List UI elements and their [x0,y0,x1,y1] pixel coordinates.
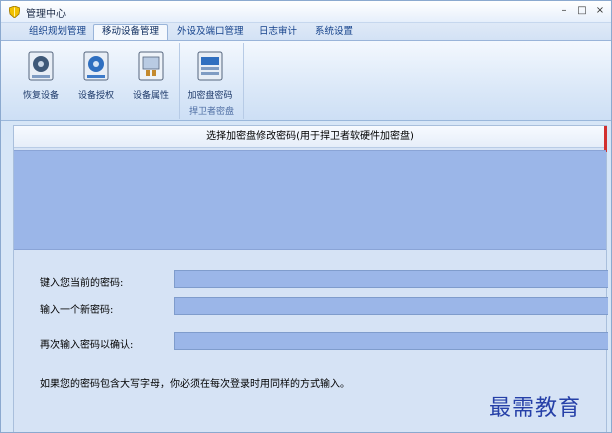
device-properties-icon [138,51,164,81]
current-password-label: 键入您当前的密码: [40,278,124,289]
encrypted-disk-password-button[interactable]: 加密盘密码 [184,45,236,101]
panel-edge-marker [604,126,607,152]
confirm-password-input[interactable] [174,332,608,350]
tab-mobile-device-management[interactable]: 移动设备管理 [93,24,169,41]
ribbon-group-defender-disk: 加密盘密码 捍卫者密盘 [180,43,244,119]
new-password-label: 输入一个新密码: [40,305,114,316]
ribbon-panel: 恢复设备 设备授权 设备属性 加密盘密码 捍卫者密盘 [1,40,611,121]
device-properties-label: 设备属性 [132,91,169,101]
device-authorize-label: 设备授权 [77,91,114,101]
restore-device-label: 恢复设备 [22,91,59,101]
password-case-note: 如果您的密码包含大写字母，你必须在每次登录时用同样的方式输入。 [40,379,350,390]
tab-log-audit[interactable]: 日志审计 [251,25,305,40]
tab-system-settings[interactable]: 系统设置 [307,25,361,40]
management-center-window: 管理中心 – □ × 组织规划管理 移动设备管理 外设及端口管理 日志审计 系统… [0,0,612,433]
group-caption: 捍卫者密盘 [188,107,234,117]
watermark-text: 最需教育 [489,396,582,421]
title-bar[interactable]: 管理中心 – □ × [1,1,611,23]
encrypted-disk-password-icon [197,51,223,81]
current-password-input[interactable] [174,270,608,288]
confirm-password-label: 再次输入密码以确认: [40,340,134,351]
new-password-input[interactable] [174,297,608,315]
device-properties-button[interactable]: 设备属性 [125,45,177,101]
device-authorize-button[interactable]: 设备授权 [70,45,122,101]
shield-icon [9,6,20,18]
ribbon-group-device: 恢复设备 设备授权 设备属性 [13,43,180,119]
password-change-panel: 选择加密盘修改密码(用于捍卫者软硬件加密盘) 键入您当前的密码: 输入一个新密码… [13,125,608,432]
ribbon-tabs: 组织规划管理 移动设备管理 外设及端口管理 日志审计 系统设置 [1,23,611,41]
restore-device-icon [28,51,54,81]
tab-peripheral-port-management[interactable]: 外设及端口管理 [169,25,252,40]
encrypted-disk-password-label: 加密盘密码 [187,91,233,101]
maximize-button[interactable]: □ [575,4,589,18]
encrypted-disk-list[interactable] [14,150,606,250]
restore-device-button[interactable]: 恢复设备 [15,45,67,101]
close-button[interactable]: × [593,4,607,18]
minimize-button[interactable]: – [557,4,571,18]
window-title: 管理中心 [26,9,66,20]
tab-organization-planning[interactable]: 组织规划管理 [21,25,94,40]
device-authorize-icon [83,51,109,81]
panel-header: 选择加密盘修改密码(用于捍卫者软硬件加密盘) [14,126,606,148]
